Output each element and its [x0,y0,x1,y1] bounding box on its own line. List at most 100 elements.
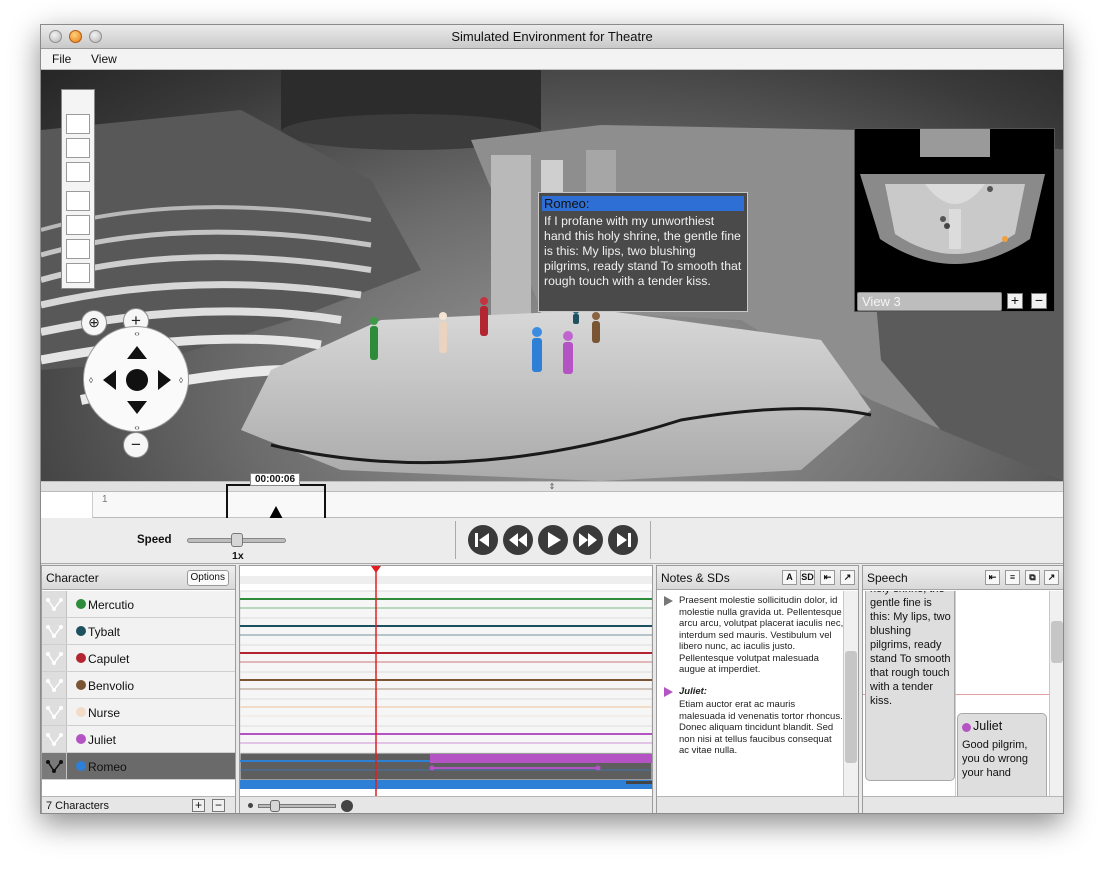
remove-character-button[interactable]: − [212,799,225,812]
speech-footer [863,796,1063,813]
romeo-speech-text: holy shrine, the gentle fine is this: My… [870,591,951,707]
minimize-window-button[interactable] [69,30,82,43]
minimap[interactable] [854,128,1055,312]
stage-viewport[interactable]: ⊕ + ‹› ‹› ◊ ◊ − Romeo: If I profane with… [41,70,1063,481]
character-row-romeo[interactable]: Romeo [42,753,235,780]
juliet-note-icon[interactable] [664,687,674,697]
viewport-splitter[interactable]: ⇕ [41,481,1063,491]
character-name: Nurse [88,706,121,720]
play-button[interactable] [538,525,568,555]
remove-view-button[interactable]: − [1031,293,1047,309]
skeleton-icon[interactable] [42,618,67,644]
note-entry-text: Praesent molestie sollicitudin dolor, id… [679,595,844,675]
skeleton-icon[interactable] [42,591,67,617]
character-row-tybalt[interactable]: Tybalt [42,618,235,645]
options-button[interactable]: Options [186,570,229,586]
skeleton-icon[interactable] [42,645,67,671]
add-character-button[interactable]: + [192,799,205,812]
rewind-icon [509,533,527,547]
romeo-speech-segment [240,780,652,789]
juliet-dot-icon [962,723,971,732]
speech-window-icon[interactable]: ⧉ [1025,570,1040,585]
skeleton-icon[interactable] [42,726,67,752]
figure-mercutio[interactable] [370,317,378,360]
speech-scrollbar[interactable] [1049,591,1063,796]
menu-bar: File View [41,49,1063,70]
walk-pose-button[interactable] [66,239,90,259]
juliet-speech-bubble[interactable]: Juliet Good pilgrim, you do wrong your h… [957,713,1047,796]
character-row-nurse[interactable]: Nurse [42,699,235,726]
popout-notes-icon[interactable]: ↗ [840,570,855,585]
skeleton-icon[interactable] [42,672,67,698]
notes-scrollbar[interactable] [843,591,858,796]
add-note-button[interactable]: A [782,570,797,585]
character-color-dot [76,734,86,744]
character-row-benvolio[interactable]: Benvolio [42,672,235,699]
track-panel[interactable] [239,565,653,813]
notes-footer [657,796,858,813]
camera-toolbar [61,89,95,289]
note-collapse-icon[interactable] [664,596,674,606]
timeline-ruler[interactable]: 1 [41,491,1063,518]
skip-forward-icon [617,533,631,547]
direction-arrows-icon: ‹› ‹› ◊ ◊ [89,329,183,432]
view-name-field[interactable]: View 3 [857,292,1002,311]
navigation-pad[interactable]: ‹› ‹› ◊ ◊ [83,326,189,432]
character-count: 7 Characters [46,800,109,812]
sit-pose-button[interactable] [66,215,90,235]
playhead-time: 00:00:06 [250,473,301,486]
character-color-dot [76,653,86,663]
lie-pose-button[interactable] [66,263,90,283]
rewind-button[interactable] [503,525,533,555]
character-name: Mercutio [88,598,135,612]
track-row [239,590,653,619]
skeleton-icon[interactable] [42,699,67,725]
figure-benvolio[interactable] [592,312,600,343]
playhead-icon [269,506,283,519]
path-tool-button[interactable] [66,162,90,182]
speech-list-icon[interactable]: ≡ [1005,570,1020,585]
speed-slider-knob[interactable] [231,533,243,547]
character-row-juliet[interactable]: Juliet [42,726,235,753]
figure-romeo[interactable] [532,327,542,372]
track-row [239,644,653,673]
track-row [239,725,653,754]
notes-panel: Notes & SDs A SD ⇤ ↗ Praesent molestie s… [656,565,859,813]
note-entry-title: Juliet: [679,686,707,697]
figure-juliet[interactable] [563,331,573,374]
target-tool-button[interactable] [66,138,90,158]
close-window-button[interactable] [49,30,62,43]
popout-speech-icon[interactable]: ↗ [1044,570,1059,585]
character-row-capulet[interactable]: Capulet [42,645,235,672]
title-bar: Simulated Environment for Theatre [41,25,1063,49]
zoom-out-button[interactable]: − [123,432,149,458]
track-zoom-bar [240,796,652,813]
figure-nurse[interactable] [439,312,447,353]
add-view-button[interactable]: + [1007,293,1023,309]
camera-tool-button[interactable] [66,114,90,134]
fast-forward-button[interactable] [573,525,603,555]
juliet-speech-segment [430,754,652,763]
zoom-window-button[interactable] [89,30,102,43]
skip-back-button[interactable] [468,525,498,555]
speech-outdent-icon[interactable]: ⇤ [985,570,1000,585]
menu-view[interactable]: View [91,52,117,66]
romeo-speech-bubble[interactable]: holy shrine, the gentle fine is this: My… [865,591,955,781]
character-name: Tybalt [88,625,121,639]
window-title: Simulated Environment for Theatre [451,29,653,44]
track-row [239,698,653,727]
add-sd-button[interactable]: SD [800,570,815,585]
character-tracks[interactable] [239,566,653,796]
playhead-box[interactable]: 00:00:06 [226,473,326,522]
menu-file[interactable]: File [52,52,71,66]
minimap-overview [860,129,1045,264]
juliet-speech-text: Good pilgrim, you do wrong your hand [962,739,1029,779]
figure-capulet[interactable] [480,297,488,336]
skip-forward-button[interactable] [608,525,638,555]
track-zoom-knob[interactable] [270,800,280,812]
skeleton-icon[interactable] [42,753,67,779]
character-name: Capulet [88,652,130,666]
stand-pose-button[interactable] [66,191,90,211]
export-notes-icon[interactable]: ⇤ [820,570,835,585]
character-row-mercutio[interactable]: Mercutio [42,591,235,618]
